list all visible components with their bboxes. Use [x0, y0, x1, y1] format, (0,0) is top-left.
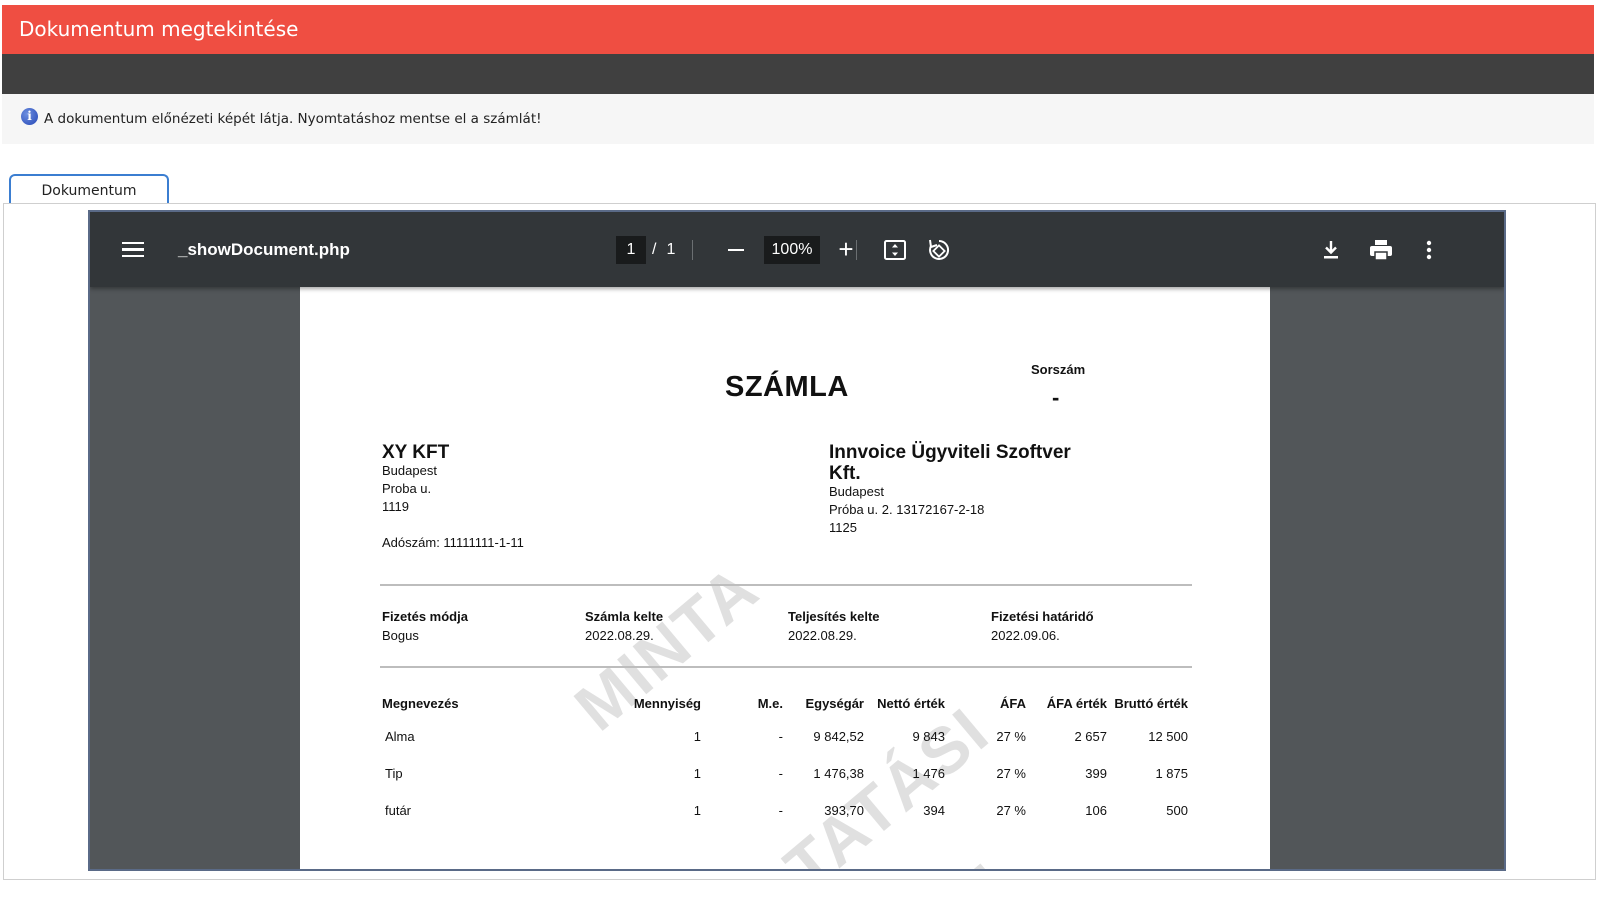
seller-zip: 1125	[829, 520, 857, 535]
sub-header-bar	[2, 54, 1594, 94]
page-current[interactable]: 1	[616, 235, 646, 264]
cell: 1	[693, 803, 701, 818]
zoom-level-input[interactable]: 100%	[764, 212, 820, 287]
cell: 27 %	[996, 766, 1026, 781]
tab-dokumentum[interactable]: Dokumentum	[9, 174, 169, 204]
column-header: Bruttó érték	[1114, 696, 1188, 711]
print-icon[interactable]	[1367, 212, 1395, 287]
cell: 1 476	[912, 766, 945, 781]
buyer-zip: 1119	[382, 499, 409, 514]
cell: 27 %	[996, 803, 1026, 818]
cell: 1 476,38	[813, 766, 864, 781]
cell: Tip	[385, 766, 403, 781]
page-count: / 1	[652, 212, 675, 287]
seller-street: Próba u. 2. 13172167-2-18	[829, 502, 985, 517]
download-icon[interactable]	[1317, 212, 1345, 287]
info-icon: i	[21, 108, 38, 125]
toolbar-divider	[692, 240, 693, 260]
payment-method-value: Bogus	[382, 628, 419, 643]
column-header: Nettó érték	[877, 696, 945, 711]
buyer-city: Budapest	[382, 463, 437, 478]
cell: 1	[693, 766, 701, 781]
column-header: ÁFA	[1000, 696, 1026, 711]
menu-icon[interactable]	[122, 212, 144, 287]
cell: 500	[1166, 803, 1188, 818]
buyer-name: XY KFT	[382, 442, 450, 463]
app-window: Dokumentum megtekintése i A dokumentum e…	[0, 0, 1600, 900]
watermark-text: MINTA	[560, 550, 773, 745]
watermark-text: T	[940, 850, 1021, 869]
cell: 9 842,52	[813, 729, 864, 744]
seller-name: Innvoice Ügyviteli Szoftver	[829, 442, 1071, 463]
watermark-text: TATÁSI	[770, 693, 1003, 871]
due-date-label: Fizetési határidő	[991, 609, 1094, 624]
cell: 1	[693, 729, 701, 744]
buyer-tax-id: Adószám: 11111111-1-11	[382, 535, 524, 550]
zoom-in-icon[interactable]: +	[836, 212, 856, 287]
document-file-name: _showDocument.php	[178, 239, 350, 259]
invoice-date-value: 2022.08.29.	[585, 628, 654, 643]
rotate-icon[interactable]	[925, 212, 953, 287]
toolbar-divider	[856, 240, 857, 260]
cell: futár	[385, 803, 412, 818]
cell: 106	[1085, 803, 1107, 818]
pdf-viewer: _showDocument.php 1 / 1 100% + MINTA TAT…	[88, 210, 1506, 871]
cell: 2 657	[1074, 729, 1107, 744]
preview-notice: i A dokumentum előnézeti képét látja. Ny…	[2, 94, 1594, 144]
serial-label: Sorszám	[1031, 362, 1086, 377]
divider	[380, 584, 1192, 586]
fulfillment-date-value: 2022.08.29.	[788, 628, 857, 643]
cell: 393,70	[824, 803, 864, 818]
cell: 27 %	[996, 729, 1026, 744]
column-header: Mennyiség	[633, 696, 701, 711]
divider	[380, 666, 1192, 668]
fit-page-icon[interactable]	[881, 212, 909, 287]
page-total: 1	[666, 240, 676, 258]
zoom-out-icon[interactable]	[726, 212, 746, 287]
viewer-toolbar: _showDocument.php 1 / 1 100% +	[90, 212, 1504, 287]
cell: 399	[1085, 766, 1107, 781]
pdf-page: MINTA TATÁSI T SZÁMLA Sorszám - XY KFT B…	[300, 287, 1270, 871]
notice-text: A dokumentum előnézeti képét látja. Nyom…	[44, 111, 542, 127]
cell: 1 875	[1155, 766, 1188, 781]
fulfillment-date-label: Teljesítés kelte	[788, 609, 880, 624]
column-header: Egységár	[805, 696, 864, 711]
column-header: Megnevezés	[382, 696, 459, 711]
payment-method-label: Fizetés módja	[382, 609, 468, 624]
cell: 9 843	[912, 729, 945, 744]
cell: 394	[923, 803, 945, 818]
cell: -	[778, 766, 783, 781]
invoice-title: SZÁMLA	[725, 371, 849, 403]
cell: -	[778, 803, 783, 818]
zoom-value[interactable]: 100%	[764, 235, 820, 264]
cell: Alma	[385, 729, 415, 744]
page-separator: /	[652, 240, 657, 258]
cell: 12 500	[1148, 729, 1188, 744]
cell: -	[778, 729, 783, 744]
column-header: M.e.	[757, 696, 783, 711]
invoice-date-label: Számla kelte	[585, 609, 664, 624]
buyer-street: Proba u.	[382, 481, 432, 496]
page-number-input[interactable]: 1	[616, 212, 646, 287]
seller-city: Budapest	[829, 484, 884, 499]
window-title: Dokumentum megtekintése	[2, 5, 1594, 54]
more-options-icon[interactable]	[1415, 212, 1443, 287]
seller-name-suffix: Kft.	[829, 463, 861, 484]
column-header: ÁFA érték	[1046, 696, 1107, 711]
serial-value: -	[1052, 385, 1060, 410]
due-date-value: 2022.09.06.	[991, 628, 1060, 643]
